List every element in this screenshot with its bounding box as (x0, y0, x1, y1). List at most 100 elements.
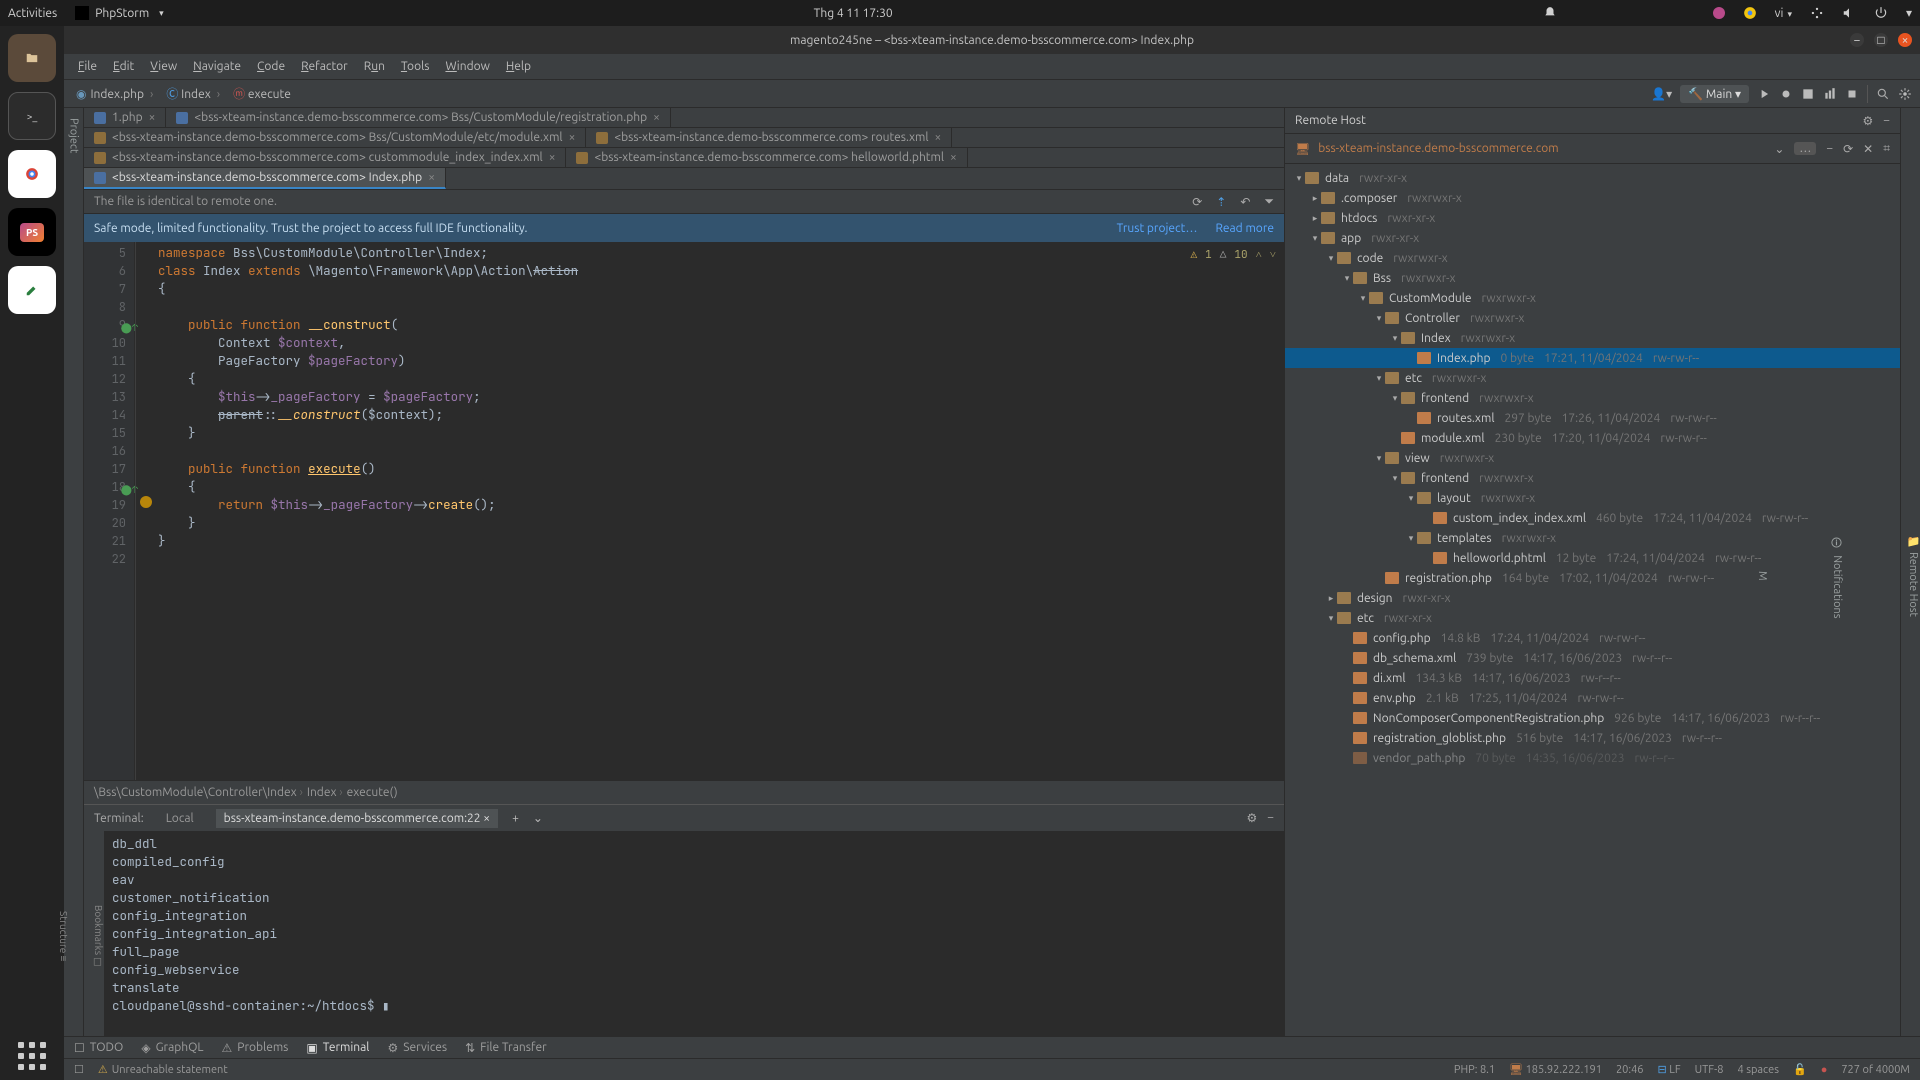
status-encoding[interactable]: UTF-8 (1695, 1064, 1724, 1076)
tree-node[interactable]: ▾apprwxr-xr-x (1285, 228, 1900, 248)
bell-off-icon[interactable] (1543, 6, 1557, 20)
status-caret[interactable]: 20:46 (1616, 1064, 1644, 1076)
gear-icon[interactable] (1898, 87, 1912, 101)
search-icon[interactable] (1876, 87, 1890, 101)
rail-notifications[interactable]: 🛈 Notifications (1828, 534, 1847, 619)
tree-arrow-icon[interactable]: ▾ (1389, 473, 1401, 484)
tree-node[interactable]: ▾frontendrwxrwxr-x (1285, 468, 1900, 488)
tree-arrow-icon[interactable]: ▾ (1309, 233, 1321, 244)
minimize-button[interactable]: − (1850, 33, 1864, 47)
remote-host-name[interactable]: bss-xteam-instance.demo-bsscommerce.com (1318, 142, 1558, 155)
crumb-file[interactable]: ◉Index.php (70, 85, 160, 103)
crumb-class[interactable]: Index (307, 786, 343, 799)
tab-close-icon[interactable]: × (653, 111, 660, 124)
bookmarks-rail[interactable]: Bookmarks ☐ (93, 905, 104, 968)
editor-tab[interactable]: <bss-xteam-instance.demo-bsscommerce.com… (84, 128, 586, 147)
chevron-down-icon[interactable]: ▾ (1906, 6, 1912, 20)
tree-node[interactable]: ▾Controllerrwxrwxr-x (1285, 308, 1900, 328)
dock-texteditor[interactable] (8, 266, 56, 314)
editor-tab[interactable]: <bss-xteam-instance.demo-bsscommerce.com… (84, 148, 566, 167)
host-close-icon[interactable]: ✕ (1863, 142, 1873, 156)
user-dropdown[interactable]: 👤▾ (1651, 87, 1672, 101)
tree-node[interactable]: ▾etcrwxrwxr-x (1285, 368, 1900, 388)
tree-node[interactable]: registration_globlist.php516 byte14:17, … (1285, 728, 1900, 748)
tree-node[interactable]: registration.php164 byte17:02, 11/04/202… (1285, 568, 1900, 588)
inspection-bar[interactable]: ⚠1 △10 ˄˅ (1191, 246, 1276, 264)
system-clock[interactable]: Thg 4 11 17:30 (164, 7, 1543, 20)
tree-arrow-icon[interactable]: ▸ (1309, 213, 1321, 224)
tray-pink-icon[interactable] (1713, 7, 1725, 19)
editor-tab[interactable]: <bss-xteam-instance.demo-bsscommerce.com… (166, 108, 671, 127)
host-collapse-icon[interactable]: − (1826, 142, 1833, 155)
upload-icon[interactable]: ⇡ (1216, 195, 1226, 209)
bottom-tab-graphql[interactable]: ◈ GraphQL (141, 1041, 203, 1055)
tree-node[interactable]: ▾Bssrwxrwxr-x (1285, 268, 1900, 288)
editor-tab[interactable]: <bss-xteam-instance.demo-bsscommerce.com… (586, 128, 952, 147)
tree-node[interactable]: ▸designrwxr-xr-x (1285, 588, 1900, 608)
network-icon[interactable] (1810, 6, 1824, 20)
volume-icon[interactable] (1842, 6, 1856, 20)
tree-arrow-icon[interactable]: ▾ (1389, 393, 1401, 404)
editor-tab[interactable]: 1.php× (84, 108, 166, 127)
trust-project-link[interactable]: Trust project… (1117, 222, 1198, 235)
tree-arrow-icon[interactable]: ▾ (1405, 533, 1417, 544)
status-error-icon[interactable]: ● (1821, 1064, 1828, 1076)
structure-rail[interactable]: Structure ≡ (58, 911, 69, 961)
tree-node[interactable]: env.php2.1 kB17:25, 11/04/2024rw-rw-r-- (1285, 688, 1900, 708)
tab-close-icon[interactable]: × (428, 171, 435, 184)
bottom-tab-file-transfer[interactable]: ⇅ File Transfer (465, 1041, 547, 1055)
tree-node[interactable]: vendor_path.php70 byte14:35, 16/06/2023r… (1285, 748, 1900, 768)
tree-node[interactable]: custom_index_index.xml460 byte17:24, 11/… (1285, 508, 1900, 528)
terminal-tab-dropdown[interactable]: ⌄ (533, 811, 543, 825)
editor-tab[interactable]: <bss-xteam-instance.demo-bsscommerce.com… (566, 148, 967, 167)
tree-node[interactable]: ▾etcrwxr-xr-x (1285, 608, 1900, 628)
run-icon[interactable] (1757, 87, 1771, 101)
tree-arrow-icon[interactable]: ▾ (1325, 613, 1337, 624)
activities-button[interactable]: Activities (8, 7, 57, 20)
status-php[interactable]: PHP: 8.1 (1454, 1064, 1495, 1076)
menu-navigate[interactable]: Navigate (187, 58, 247, 75)
input-lang[interactable]: vi (1775, 7, 1792, 20)
menu-tools[interactable]: Tools (395, 58, 436, 75)
dock-phpstorm[interactable]: PS (8, 208, 56, 256)
dock-terminal[interactable]: >_ (8, 92, 56, 140)
tab-close-icon[interactable]: × (569, 131, 576, 144)
tree-node[interactable]: routes.xml297 byte17:26, 11/04/2024rw-rw… (1285, 408, 1900, 428)
remote-gear-icon[interactable]: ⚙ (1862, 114, 1873, 128)
tree-arrow-icon[interactable]: ▾ (1325, 253, 1337, 264)
app-menu[interactable]: PhpStorm (75, 6, 163, 20)
tab-close-icon[interactable]: × (149, 111, 156, 124)
tree-arrow-icon[interactable]: ▸ (1325, 593, 1337, 604)
read-more-link[interactable]: Read more (1215, 222, 1274, 235)
menu-file[interactable]: File (72, 58, 103, 75)
chrome-icon[interactable] (1743, 6, 1757, 20)
menu-run[interactable]: Run (358, 58, 391, 75)
tree-node[interactable]: ▾datarwxr-xr-x (1285, 168, 1900, 188)
editor-tab[interactable]: <bss-xteam-instance.demo-bsscommerce.com… (84, 168, 446, 189)
tree-node[interactable]: ▾coderwxrwxr-x (1285, 248, 1900, 268)
tree-arrow-icon[interactable]: ▾ (1373, 373, 1385, 384)
status-readonly-icon[interactable]: 🔓 (1793, 1063, 1807, 1076)
dock-files[interactable] (8, 34, 56, 82)
bottom-tab-terminal[interactable]: ▣ Terminal (306, 1041, 369, 1055)
tree-node[interactable]: module.xml230 byte17:20, 11/04/2024rw-rw… (1285, 428, 1900, 448)
tree-arrow-icon[interactable]: ▾ (1357, 293, 1369, 304)
tree-arrow-icon[interactable]: ▸ (1309, 193, 1321, 204)
tree-node[interactable]: ▾templatesrwxrwxr-x (1285, 528, 1900, 548)
terminal-gear-icon[interactable]: ⚙ (1246, 811, 1257, 825)
status-memory[interactable]: 727 of 4000M (1841, 1064, 1910, 1076)
tab-close-icon[interactable]: × (549, 151, 556, 164)
tree-node[interactable]: NonComposerComponentRegistration.php926 … (1285, 708, 1900, 728)
remote-hide-icon[interactable]: − (1883, 114, 1890, 128)
tree-node[interactable]: ▾Indexrwxrwxr-x (1285, 328, 1900, 348)
tree-node[interactable]: ▾viewrwxrwxr-x (1285, 448, 1900, 468)
crumb-method[interactable]: ⓜ execute (227, 83, 304, 104)
status-ip[interactable]: 🖥 185.92.222.191 (1509, 1063, 1602, 1076)
host-refresh-icon[interactable]: ⟳ (1843, 142, 1853, 156)
code-editor[interactable]: 56789⬤↑101112131415161718⬤↑19202122 ⚠1 △… (84, 242, 1284, 780)
host-dropdown-icon[interactable]: ⌄ (1774, 142, 1784, 156)
dock-show-apps[interactable] (18, 1042, 46, 1070)
bottom-tab-todo[interactable]: ☐ TODO (74, 1041, 123, 1055)
lightbulb-icon[interactable] (140, 496, 152, 508)
tree-node[interactable]: Index.php0 byte17:21, 11/04/2024rw-rw-r-… (1285, 348, 1900, 368)
